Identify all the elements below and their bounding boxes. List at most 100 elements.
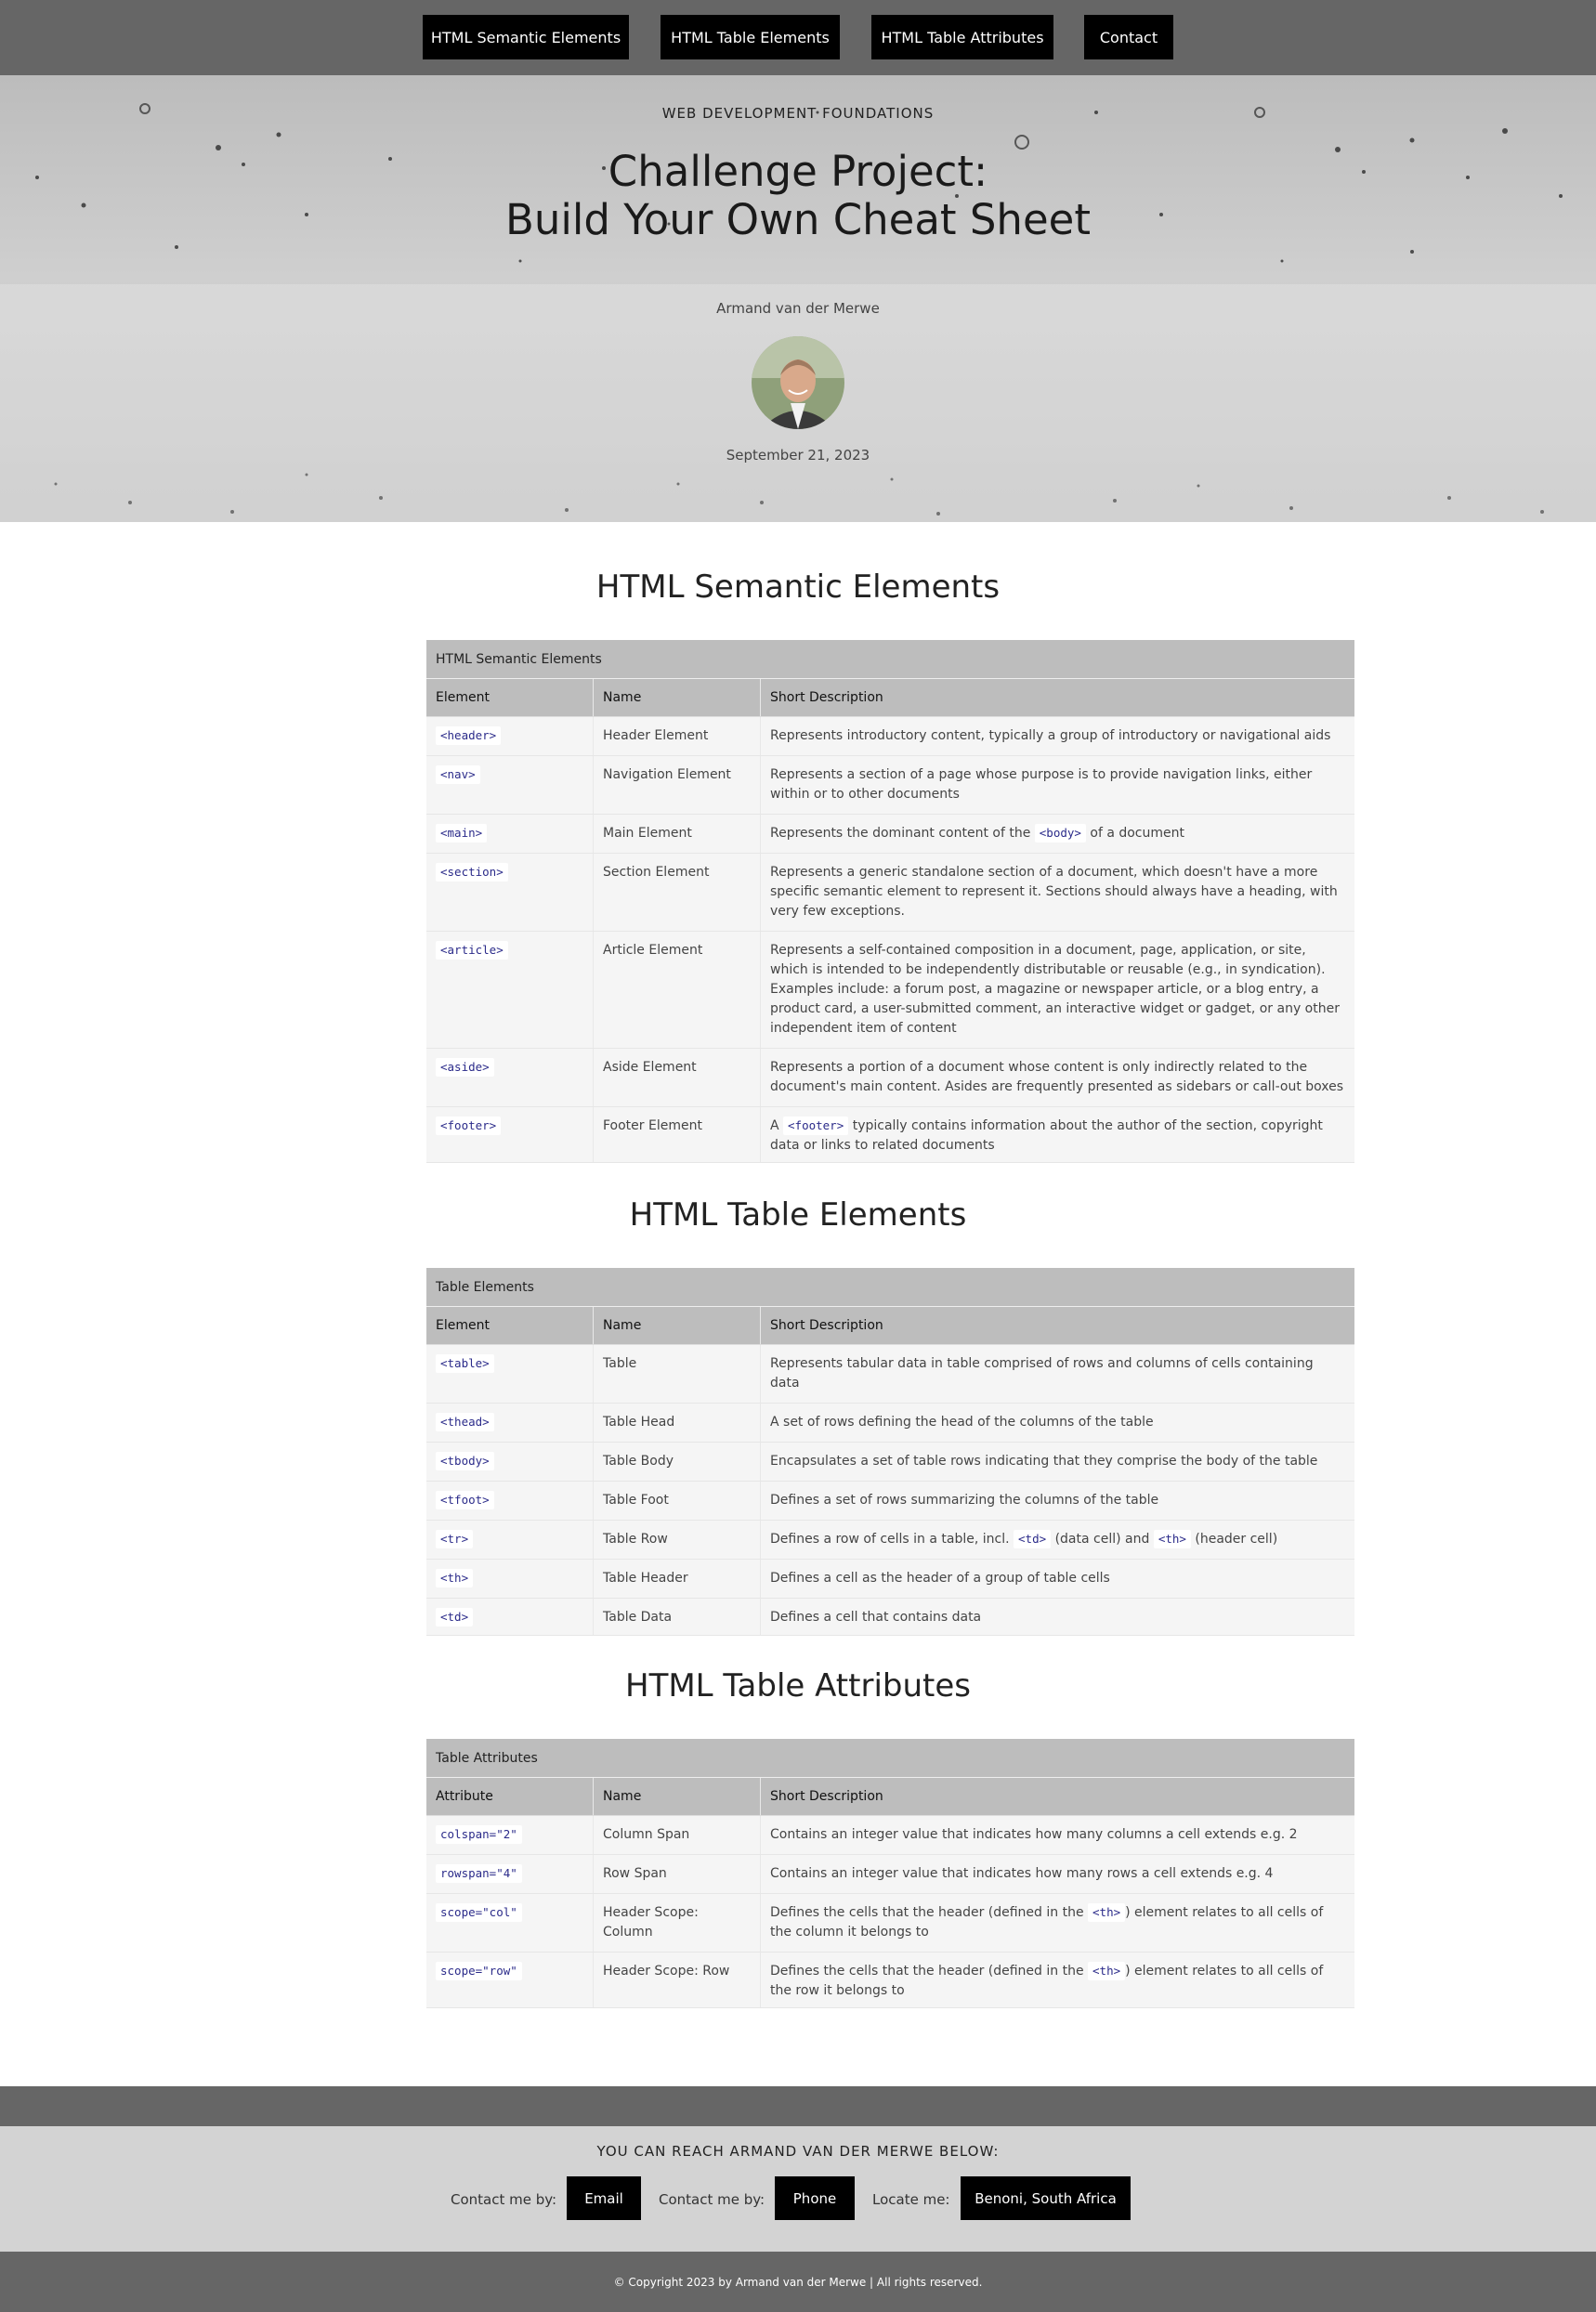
table-row: <header> Header Element Represents intro…	[426, 717, 1354, 756]
element-code: <footer>	[436, 1117, 502, 1135]
footer-heading: YOU CAN REACH ARMAND VAN DER MERWE BELOW…	[596, 2143, 1000, 2160]
element-code: <thead>	[436, 1413, 494, 1431]
attribute-description: Contains an integer value that indicates…	[770, 1866, 1274, 1881]
table-row: <aside> Aside Element Represents a porti…	[426, 1049, 1354, 1107]
element-code: <tr>	[436, 1530, 474, 1548]
element-description: A set of rows defining the head of the c…	[770, 1415, 1154, 1430]
table-row: <table> Table Represents tabular data in…	[426, 1345, 1354, 1404]
element-code: <td>	[436, 1608, 474, 1626]
table-row: <main> Main Element Represents the domin…	[426, 815, 1354, 854]
element-description: Represents a portion of a document whose…	[770, 1060, 1344, 1094]
element-name: Table	[594, 1345, 761, 1403]
table-row: <tr> Table Row Defines a row of cells in…	[426, 1521, 1354, 1560]
element-code: <th>	[436, 1569, 474, 1587]
column-header: Short Description	[770, 1318, 883, 1333]
locate-label: Locate me:	[872, 2190, 950, 2208]
section-heading-semantic: HTML Semantic Elements	[595, 568, 1001, 606]
semantic-elements-table: HTML Semantic Elements Element Name Shor…	[426, 640, 1354, 1163]
nav-link-semantic-elements[interactable]: HTML Semantic Elements	[423, 15, 629, 59]
element-name: Table Foot	[594, 1482, 761, 1520]
element-description: Defines a cell as the header of a group …	[770, 1571, 1110, 1586]
column-header: Element	[426, 1307, 594, 1344]
column-header: Short Description	[770, 690, 883, 705]
element-name: Table Head	[594, 1404, 761, 1442]
element-name: Footer Element	[594, 1107, 761, 1162]
phone-button[interactable]: Phone	[775, 2176, 855, 2220]
element-code: <header>	[436, 726, 502, 745]
element-code: <article>	[436, 941, 508, 960]
table-header-row: Element Name Short Description	[426, 1307, 1354, 1345]
element-code: <section>	[436, 863, 508, 882]
table-row: <section> Section Element Represents a g…	[426, 854, 1354, 932]
table-caption: HTML Semantic Elements	[426, 640, 1354, 679]
element-description: Represents the dominant content of the <…	[770, 824, 1184, 843]
element-name: Navigation Element	[594, 756, 761, 814]
table-row: colspan="2" Column Span Contains an inte…	[426, 1816, 1354, 1855]
element-name: Table Body	[594, 1443, 761, 1481]
attribute-name: Row Span	[594, 1855, 761, 1893]
attribute-code: scope="row"	[436, 1962, 522, 1980]
table-row: <article> Article Element Represents a s…	[426, 932, 1354, 1049]
publish-date: September 21, 2023	[726, 447, 870, 464]
table-row: rowspan="4" Row Span Contains an integer…	[426, 1855, 1354, 1894]
attribute-name: Column Span	[594, 1816, 761, 1854]
element-description: Defines a cell that contains data	[770, 1610, 982, 1625]
element-code: <nav>	[436, 765, 480, 784]
section-heading-table-elements: HTML Table Elements	[629, 1196, 967, 1234]
column-header: Name	[594, 1307, 761, 1344]
element-description: Defines a row of cells in a table, incl.…	[770, 1530, 1278, 1548]
column-header: Name	[594, 679, 761, 716]
inline-code: <footer>	[783, 1117, 849, 1135]
table-row: <nav> Navigation Element Represents a se…	[426, 756, 1354, 815]
element-description: Encapsulates a set of table rows indicat…	[770, 1454, 1318, 1469]
element-code: <main>	[436, 824, 488, 843]
top-nav: HTML Semantic Elements HTML Table Elemen…	[0, 0, 1596, 75]
nav-link-table-attributes[interactable]: HTML Table Attributes	[871, 15, 1053, 59]
email-button[interactable]: Email	[567, 2176, 641, 2220]
column-header: Element	[426, 679, 594, 716]
nav-link-table-elements[interactable]: HTML Table Elements	[661, 15, 840, 59]
attribute-code: rowspan="4"	[436, 1864, 522, 1883]
attribute-name: Header Scope: Row	[594, 1953, 761, 2007]
location-button[interactable]: Benoni, South Africa	[961, 2176, 1131, 2220]
element-description: Represents a self-contained composition …	[770, 943, 1340, 1036]
attribute-code: scope="col"	[436, 1903, 522, 1922]
column-header: Short Description	[770, 1789, 883, 1804]
page-title-line-2: Build Your Own Cheat Sheet	[505, 195, 1091, 244]
element-description: Represents introductory content, typical…	[770, 728, 1331, 743]
column-header: Name	[594, 1778, 761, 1815]
table-row: <td> Table Data Defines a cell that cont…	[426, 1599, 1354, 1636]
element-code: <tbody>	[436, 1452, 494, 1470]
element-description: A <footer> typically contains informatio…	[770, 1117, 1323, 1153]
attribute-name: Header Scope: Column	[594, 1894, 761, 1952]
table-row: <th> Table Header Defines a cell as the …	[426, 1560, 1354, 1599]
inline-code: <body>	[1034, 824, 1086, 843]
element-name: Aside Element	[594, 1049, 761, 1106]
inline-code: <th>	[1153, 1530, 1191, 1548]
table-row: <footer> Footer Element A <footer> typic…	[426, 1107, 1354, 1163]
page-title-line-1: Challenge Project:	[608, 147, 988, 196]
table-row: scope="col" Header Scope: Column Defines…	[426, 1894, 1354, 1953]
inline-code: <th>	[1088, 1903, 1126, 1922]
section-heading-table-attributes: HTML Table Attributes	[625, 1667, 971, 1705]
avatar	[752, 336, 844, 429]
attribute-code: colspan="2"	[436, 1825, 522, 1844]
page-title: Challenge Project: Build Your Own Cheat …	[0, 148, 1596, 244]
element-name: Table Data	[594, 1599, 761, 1635]
attribute-description: Contains an integer value that indicates…	[770, 1827, 1298, 1842]
attribute-description: Defines the cells that the header (defin…	[770, 1962, 1324, 1998]
table-row: scope="row" Header Scope: Row Defines th…	[426, 1953, 1354, 2008]
copyright-text: © Copyright 2023 by Armand van der Merwe…	[613, 2275, 983, 2289]
contact-label-email: Contact me by:	[451, 2190, 557, 2208]
element-name: Header Element	[594, 717, 761, 755]
table-elements-table: Table Elements Element Name Short Descri…	[426, 1268, 1354, 1636]
table-header-row: Element Name Short Description	[426, 679, 1354, 717]
element-name: Table Header	[594, 1560, 761, 1598]
hero-kicker: WEB DEVELOPMENT FOUNDATIONS	[661, 105, 935, 122]
inline-code: <th>	[1088, 1962, 1126, 1980]
inline-code: <td>	[1014, 1530, 1052, 1548]
nav-link-contact[interactable]: Contact	[1084, 15, 1173, 59]
element-name: Main Element	[594, 815, 761, 853]
element-name: Article Element	[594, 932, 761, 1048]
table-attributes-table: Table Attributes Attribute Name Short De…	[426, 1739, 1354, 2008]
